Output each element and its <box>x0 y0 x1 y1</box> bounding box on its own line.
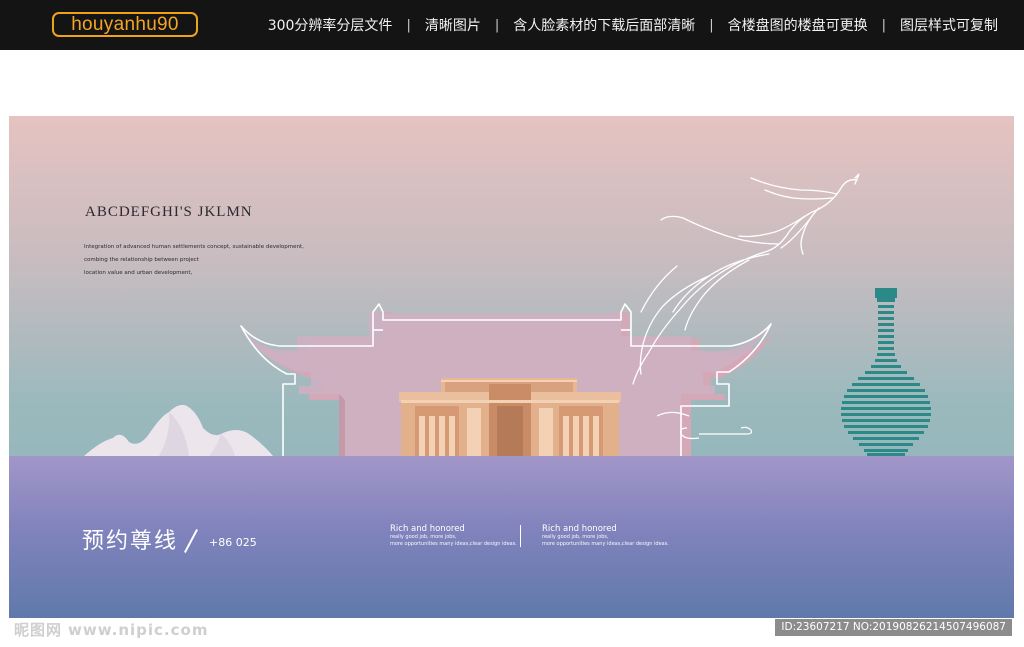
poster-description: Integration of advanced human settlement… <box>84 241 344 280</box>
poster-artwork: ABCDEFGHI'S JKLMN Integration of advance… <box>9 116 1014 618</box>
brand-badge[interactable]: houyanhu90 <box>52 12 198 37</box>
mountain-graphic <box>84 404 273 456</box>
hotline-title: 预约尊线 <box>82 529 179 554</box>
hotline-number: +86 025 <box>209 536 257 549</box>
info-title: Rich and honored <box>542 524 617 534</box>
info-line: more opportunities many ideas,clear desi… <box>542 541 669 547</box>
poster-headline: ABCDEFGHI'S JKLMN <box>85 204 253 220</box>
feature-separator: | <box>406 17 411 33</box>
feature-item: 含人脸素材的下载后面部清晰 <box>513 18 696 34</box>
info-divider <box>520 525 521 547</box>
feature-item: 含楼盘图的楼盘可更换 <box>727 18 868 34</box>
feature-separator: | <box>881 17 886 33</box>
watermark-url: www.nipic.com <box>68 621 209 639</box>
info-title: Rich and honored <box>390 524 465 534</box>
info-line: more opportunities many ideas,clear desi… <box>390 541 517 547</box>
info-block: Rich and honored really good job, more j… <box>390 524 530 548</box>
info-block: Rich and honored really good job, more j… <box>542 524 682 548</box>
watermark-logo: 昵图网 www.nipic.com <box>14 619 208 640</box>
feature-item: 清晰图片 <box>424 18 481 34</box>
top-bar: houyanhu90 300分辨率分层文件 | 清晰图片 | 含人脸素材的下载后… <box>0 0 1024 50</box>
vase-graphic <box>841 288 931 456</box>
watermark-logo-text: 昵图网 <box>14 621 63 639</box>
feature-separator: | <box>709 17 714 33</box>
info-line: really good job, more jobs, <box>542 534 609 540</box>
feature-item: 300分辨率分层文件 <box>267 18 393 34</box>
info-line: really good job, more jobs, <box>390 534 457 540</box>
description-line: combing the relationship between project <box>84 257 199 263</box>
watermark-id: ID:23607217 NO:20190826214507496087 <box>775 619 1012 636</box>
feature-separator: | <box>494 17 500 33</box>
feature-list: 300分辨率分层文件 | 清晰图片 | 含人脸素材的下载后面部清晰 | 含楼盘图… <box>268 0 998 50</box>
description-line: Integration of advanced human settlement… <box>84 244 304 250</box>
description-line: location value and urban development, <box>84 270 193 276</box>
feature-item: 图层样式可复制 <box>900 18 998 34</box>
